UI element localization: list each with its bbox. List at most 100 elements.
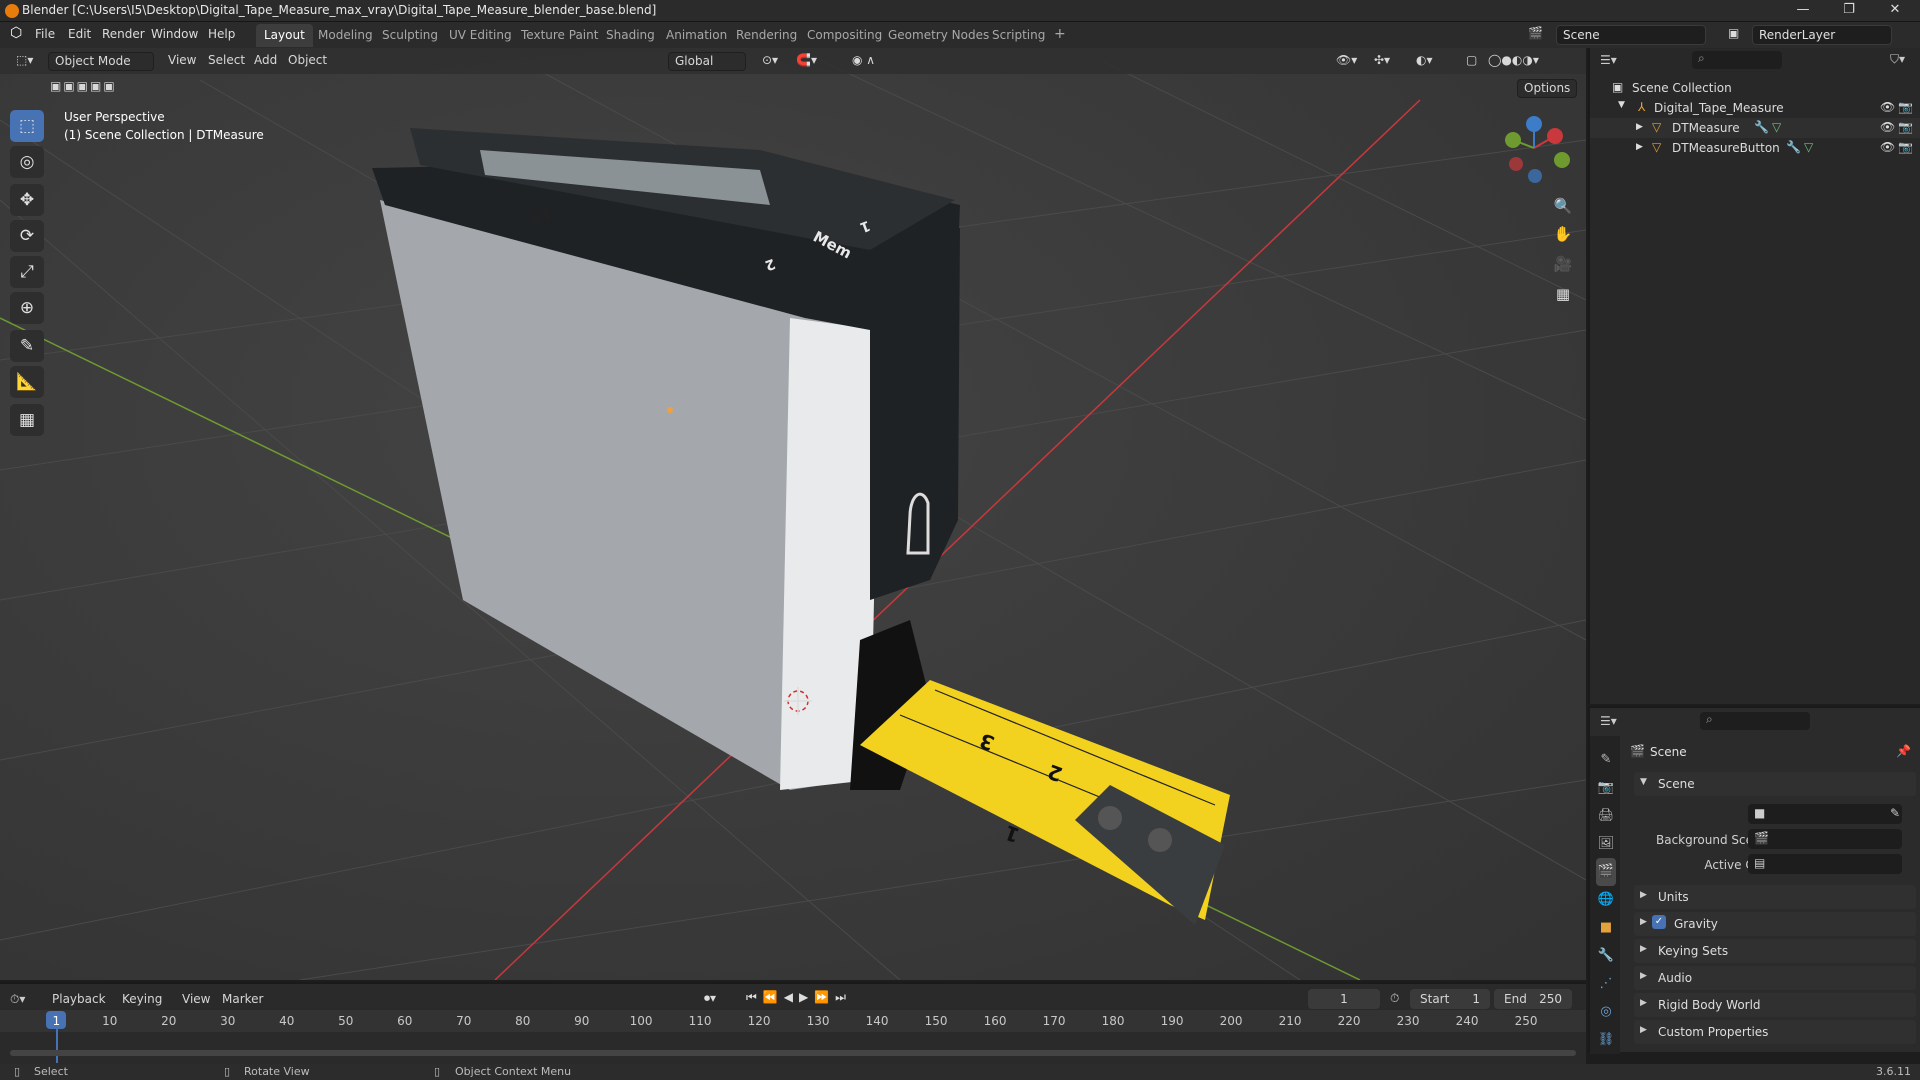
outliner-search-input[interactable]: ⌕ [1692, 51, 1782, 69]
select-menu[interactable]: Select [202, 52, 251, 71]
zoom-icon[interactable]: 🔍 [1549, 192, 1577, 220]
modifier-icon[interactable]: 🔧 [1786, 140, 1801, 154]
camera-view-icon[interactable]: 🎥 [1549, 250, 1577, 278]
eye-icon[interactable]: 👁 [1880, 100, 1895, 114]
select-mode-icons[interactable]: ▣▣▣▣▣ [44, 78, 123, 97]
scene-tab-icon[interactable]: 🎬 [1596, 858, 1616, 886]
start-frame-field[interactable]: Start 1 [1410, 989, 1490, 1009]
chevron-down-icon[interactable]: ▼ [1618, 100, 1625, 110]
tab-compositing[interactable]: Compositing [799, 24, 890, 47]
mode-dropdown[interactable]: Object Mode [48, 52, 154, 71]
close-button[interactable]: ✕ [1872, 0, 1918, 22]
gravity-checkbox[interactable]: ✓ [1652, 915, 1666, 929]
timeline-editor-icon[interactable]: ⏱▾ [10, 992, 25, 1007]
outliner-row-dtmeasurebutton[interactable]: ▶ ▽ DTMeasureButton 🔧 ▽ 👁 📷 [1590, 138, 1920, 158]
marker-menu[interactable]: Marker [222, 992, 263, 1006]
add-workspace-icon[interactable]: + [1046, 22, 1074, 45]
outliner-row-collection[interactable]: ▼ ⅄ Digital_Tape_Measure 👁 📷 [1590, 98, 1920, 118]
object-tab-icon[interactable]: ■ [1596, 914, 1616, 942]
rotate-tool[interactable]: ⟳ [10, 220, 44, 252]
tab-rendering[interactable]: Rendering [728, 24, 805, 47]
current-frame-field[interactable]: 1 [1308, 989, 1380, 1009]
camera-icon[interactable]: 📷 [1898, 100, 1913, 114]
minimize-button[interactable]: — [1780, 0, 1826, 22]
menu-file[interactable]: File [35, 27, 55, 41]
scene-selector[interactable]: Scene [1556, 25, 1706, 45]
shading-modes-icon[interactable]: ◯●◐◑▾ [1482, 52, 1545, 71]
world-tab-icon[interactable]: 🌐 [1596, 886, 1616, 914]
tab-animation[interactable]: Animation [658, 24, 735, 47]
menu-edit[interactable]: Edit [68, 27, 91, 41]
annotate-tool[interactable]: ✎ [10, 330, 44, 362]
output-tab-icon[interactable]: 🖨 [1596, 802, 1616, 830]
custom-properties-panel-header[interactable]: Custom Properties [1634, 1020, 1916, 1044]
eye-icon[interactable]: 👁 [1880, 120, 1895, 134]
add-cube-tool[interactable]: ▦ [10, 404, 44, 436]
editor-type-icon[interactable]: ⬚▾ [10, 52, 39, 71]
modifier-tab-icon[interactable]: 🔧 [1596, 942, 1616, 970]
modifier-icon[interactable]: 🔧 [1754, 120, 1769, 134]
scene-icon[interactable]: 🎬 [1528, 26, 1543, 40]
overlay-toggle-icon[interactable]: ◐▾ [1410, 52, 1439, 71]
gravity-panel-header[interactable]: Gravity [1634, 912, 1916, 936]
timeline-scrollbar[interactable] [10, 1050, 1576, 1056]
particles-tab-icon[interactable]: ⋰ [1596, 970, 1616, 998]
renderlayer-icon[interactable]: ▣ [1728, 26, 1739, 40]
menu-help[interactable]: Help [208, 27, 235, 41]
tool-tab-icon[interactable]: ✎ [1596, 746, 1616, 774]
perspective-toggle-icon[interactable]: ▦ [1549, 280, 1577, 308]
move-tool[interactable]: ✥ [10, 184, 44, 216]
options-button[interactable]: Options [1517, 79, 1578, 98]
add-menu[interactable]: Add [248, 52, 283, 71]
units-panel-header[interactable]: Units [1634, 885, 1916, 909]
timeline-view-menu[interactable]: View [182, 992, 210, 1006]
menu-render[interactable]: Render [102, 27, 145, 41]
rigid-body-world-panel-header[interactable]: Rigid Body World [1634, 993, 1916, 1017]
mesh-data-icon[interactable]: ▽ [1804, 140, 1813, 154]
cursor-tool[interactable]: ◎ [10, 146, 44, 178]
record-icon[interactable]: ⏺▾ [704, 991, 716, 1006]
proportional-edit-icon[interactable]: ◉ ∧ [846, 52, 881, 71]
scene-section-header[interactable]: Scene [1634, 772, 1916, 796]
camera-icon[interactable]: 📷 [1898, 140, 1913, 154]
tab-texture-paint[interactable]: Texture Paint [513, 24, 606, 47]
tab-scripting[interactable]: Scripting [984, 24, 1053, 47]
playback-controls[interactable]: ⏮⏪◀▶⏩⏭ [746, 990, 852, 1005]
playback-menu[interactable]: Playback [52, 992, 106, 1006]
render-tab-icon[interactable]: 📷 [1596, 774, 1616, 802]
stopwatch-icon[interactable]: ⏱ [1390, 991, 1399, 1006]
active-clip-field[interactable]: ▤ [1748, 854, 1902, 874]
outliner-row-dtmeasure[interactable]: ▶ ▽ DTMeasure 🔧 ▽ 👁 📷 [1590, 118, 1920, 138]
tab-modeling[interactable]: Modeling [310, 24, 381, 47]
gizmo-toggle-icon[interactable]: ✣▾ [1368, 52, 1396, 71]
object-menu[interactable]: Object [282, 52, 333, 71]
view-layer-tab-icon[interactable]: 🖼 [1596, 830, 1616, 858]
camera-field[interactable]: ■ [1748, 804, 1902, 824]
tab-sculpting[interactable]: Sculpting [374, 24, 446, 47]
outliner-row-scene-collection[interactable]: ▣ Scene Collection [1590, 78, 1920, 98]
filter-icon[interactable]: ⛉▾ [1890, 52, 1905, 67]
properties-editor-icon[interactable]: ☰▾ [1600, 714, 1617, 728]
blender-menu-icon[interactable]: ⬡ [10, 25, 22, 41]
eye-icon[interactable]: 👁 [1880, 140, 1895, 154]
xray-icon[interactable]: ▢ [1460, 52, 1483, 71]
tab-geometry-nodes[interactable]: Geometry Nodes [880, 24, 997, 47]
tab-uv-editing[interactable]: UV Editing [441, 24, 520, 47]
audio-panel-header[interactable]: Audio [1634, 966, 1916, 990]
mesh-data-icon[interactable]: ▽ [1772, 120, 1781, 134]
background-scene-field[interactable]: 🎬 [1748, 829, 1902, 849]
view-menu[interactable]: View [162, 52, 202, 71]
restore-button[interactable]: ❐ [1826, 0, 1872, 22]
physics-tab-icon[interactable]: ◎ [1596, 998, 1616, 1026]
eyedropper-icon[interactable]: ✎ [1890, 806, 1900, 820]
end-frame-field[interactable]: End 250 [1494, 989, 1572, 1009]
3d-viewport[interactable]: Mem 1 2 15 1 2 3 User Perspective (1) Sc… [0, 48, 1586, 980]
pivot-icon[interactable]: ⊙▾ [756, 52, 784, 71]
transform-orientation-dropdown[interactable]: Global [668, 52, 746, 71]
chevron-right-icon[interactable]: ▶ [1636, 122, 1643, 132]
menu-window[interactable]: Window [151, 27, 198, 41]
visibility-icon[interactable]: 👁▾ [1330, 52, 1363, 71]
select-box-tool[interactable]: ⬚ [10, 110, 44, 142]
keying-sets-panel-header[interactable]: Keying Sets [1634, 939, 1916, 963]
chevron-right-icon[interactable]: ▶ [1636, 142, 1643, 152]
